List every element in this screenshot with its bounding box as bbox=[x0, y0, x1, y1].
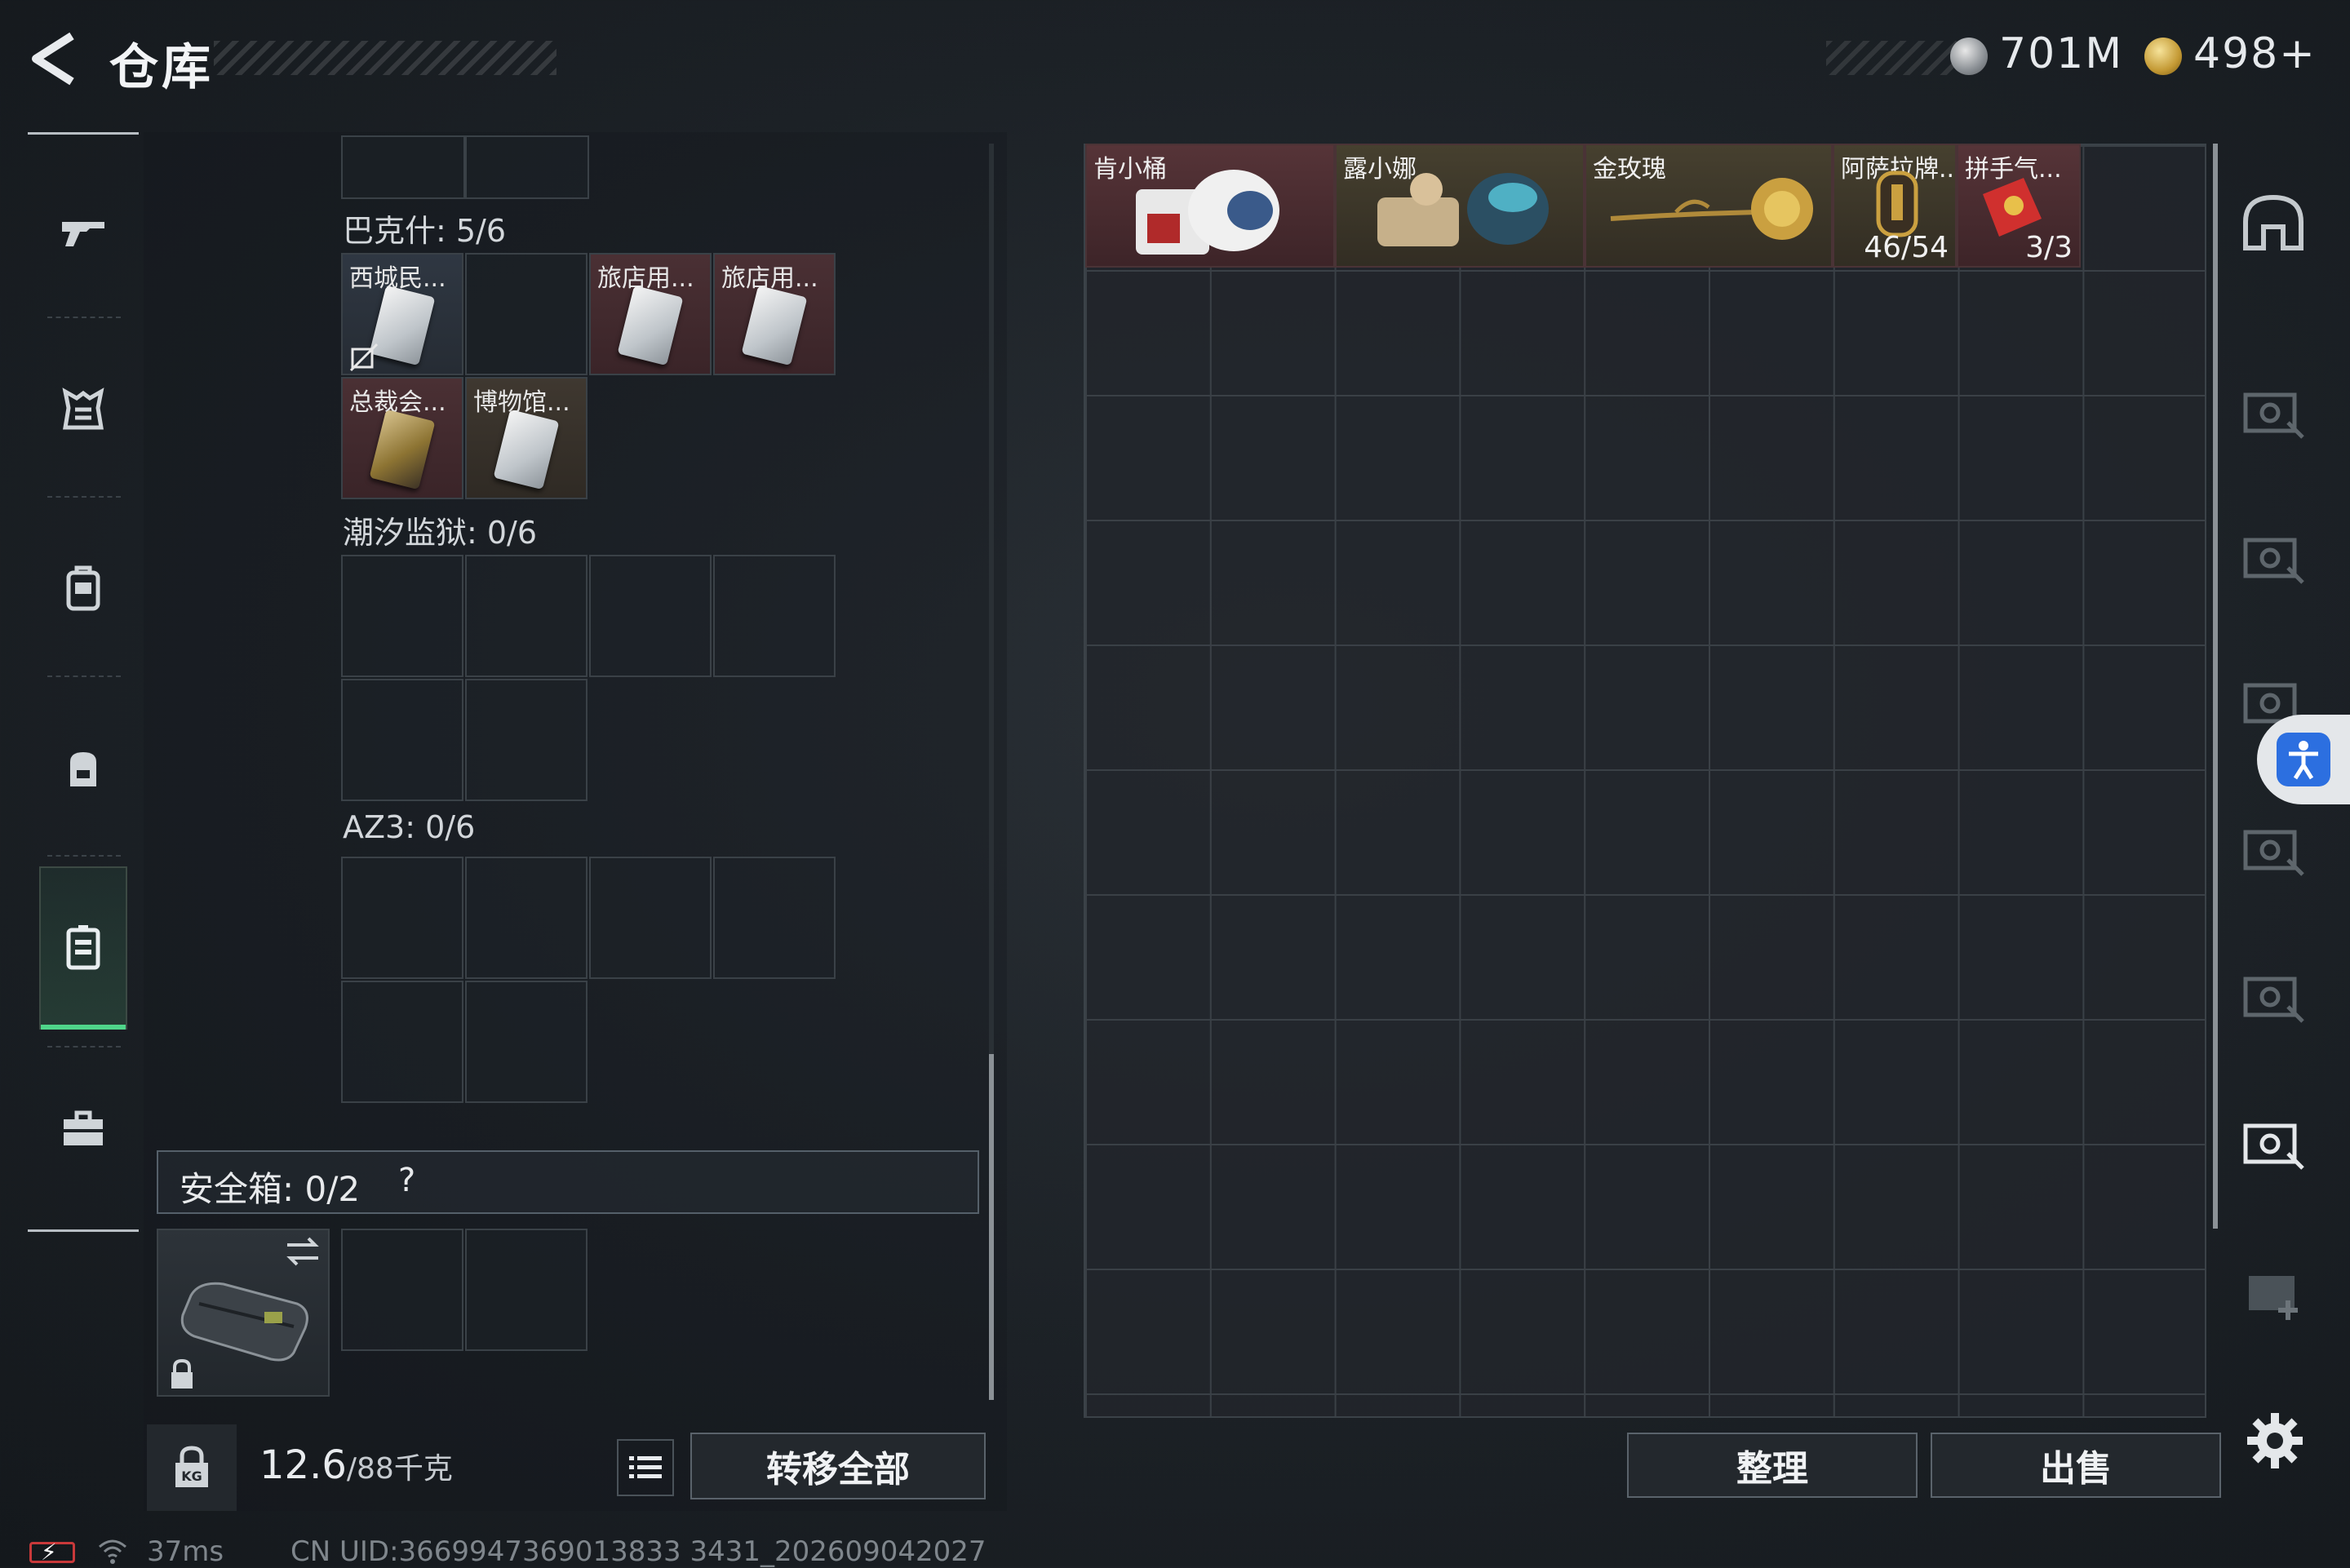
safe-box-help-button[interactable]: ? bbox=[398, 1162, 415, 1199]
toolbox-icon bbox=[64, 1110, 103, 1145]
keycard-slot[interactable]: 旅店用... bbox=[713, 253, 836, 375]
backpack-icon bbox=[70, 752, 96, 786]
sell-button[interactable]: 出售 bbox=[1931, 1433, 2221, 1498]
slot[interactable] bbox=[341, 555, 463, 677]
keycard-icon bbox=[741, 285, 808, 366]
storage-item[interactable]: 金玫瑰 bbox=[1585, 144, 1833, 268]
settings-gear-icon[interactable] bbox=[2244, 1410, 2306, 1472]
nav-armor[interactable] bbox=[28, 328, 139, 491]
item-count: 3/3 bbox=[2025, 231, 2073, 264]
expansion-box-icon[interactable] bbox=[2239, 966, 2308, 1031]
category-label: 巴克什: 5/6 bbox=[343, 213, 507, 249]
sort-button[interactable]: 整理 bbox=[1627, 1433, 1918, 1498]
slot[interactable] bbox=[465, 981, 588, 1103]
slot[interactable] bbox=[589, 555, 712, 677]
storage-item[interactable]: 肯小桶 bbox=[1085, 144, 1335, 268]
gun-icon bbox=[62, 222, 104, 246]
storage-item[interactable]: 拼手气... 3/3 bbox=[1957, 144, 2081, 268]
slot[interactable] bbox=[341, 857, 463, 979]
transfer-all-button[interactable]: 转移全部 bbox=[690, 1433, 986, 1499]
safe-box-icon bbox=[180, 1282, 308, 1362]
keycard-icon bbox=[617, 285, 684, 366]
active-indicator bbox=[41, 1025, 126, 1030]
nav-weapons[interactable] bbox=[28, 148, 139, 312]
currency-decoration bbox=[1826, 41, 1957, 75]
keycard-slot[interactable]: 旅店用... bbox=[589, 253, 712, 375]
nav-backpack[interactable] bbox=[28, 687, 139, 850]
slot[interactable] bbox=[465, 135, 589, 199]
slot[interactable] bbox=[341, 135, 465, 199]
left-scrollbar-thumb[interactable] bbox=[989, 1054, 994, 1400]
keycard-icon bbox=[369, 285, 436, 366]
figurine-icon bbox=[1136, 170, 1279, 255]
category-label: 潮汐监狱: 0/6 bbox=[343, 515, 538, 551]
back-button[interactable] bbox=[24, 29, 82, 88]
expansion-box-icon[interactable] bbox=[2239, 382, 2308, 447]
safe-slot[interactable] bbox=[465, 1229, 588, 1351]
charging-icon: ⚡ bbox=[41, 1539, 57, 1566]
gold-coin-icon bbox=[2144, 38, 2182, 75]
golden-rose-icon bbox=[1610, 178, 1813, 240]
keycard-slot[interactable]: 博物馆... bbox=[465, 377, 588, 499]
storage-grid[interactable] bbox=[1084, 144, 2206, 1418]
slot[interactable] bbox=[465, 555, 588, 677]
storage-item[interactable]: 露小娜 bbox=[1335, 144, 1585, 268]
title-decoration bbox=[214, 41, 556, 75]
page-title: 仓库 bbox=[109, 39, 214, 96]
silver-amount[interactable]: 701M bbox=[1999, 29, 2123, 78]
no-transfer-icon bbox=[349, 343, 379, 372]
slot[interactable] bbox=[713, 555, 836, 677]
keycard-case-icon bbox=[66, 925, 100, 970]
safe-slot[interactable] bbox=[341, 1229, 463, 1351]
category-label: AZ3: 0/6 bbox=[343, 809, 476, 845]
swap-icon[interactable] bbox=[282, 1234, 323, 1269]
slot[interactable] bbox=[465, 857, 588, 979]
slot[interactable] bbox=[341, 981, 463, 1103]
expansion-box-icon[interactable] bbox=[2239, 819, 2308, 884]
weight-lock-icon: KG bbox=[175, 1446, 208, 1487]
nav-bottom-line bbox=[28, 1229, 139, 1232]
silver-coin-icon bbox=[1950, 38, 1988, 75]
expansion-box-icon[interactable] bbox=[2239, 1113, 2308, 1178]
nav-top-line bbox=[28, 132, 139, 135]
slot[interactable] bbox=[341, 679, 463, 801]
expansion-box-icon[interactable] bbox=[2239, 527, 2308, 592]
list-view-button[interactable] bbox=[617, 1439, 674, 1496]
plaque-icon bbox=[1876, 171, 1918, 237]
warehouse-home-icon[interactable] bbox=[2239, 189, 2308, 255]
list-icon bbox=[629, 1456, 662, 1478]
uid-readout: CN UID:3669947369013833 3431_20260904202… bbox=[290, 1535, 987, 1568]
slot[interactable] bbox=[589, 857, 712, 979]
storage-scrollbar[interactable] bbox=[2213, 144, 2218, 1229]
armor-icon bbox=[62, 388, 104, 430]
ping-readout: 37ms bbox=[147, 1535, 224, 1568]
nav-toolbox[interactable] bbox=[28, 1046, 139, 1209]
keycard-slot[interactable]: 西城民... bbox=[341, 253, 463, 375]
safe-box-label: 安全箱: 0/2 bbox=[180, 1169, 361, 1209]
accessibility-button[interactable] bbox=[2257, 715, 2350, 804]
svg-text:KG: KG bbox=[181, 1468, 202, 1484]
weight-readout: 12.6/88千克 bbox=[259, 1442, 453, 1488]
figurine-icon bbox=[1377, 173, 1549, 246]
nav-keycard-case[interactable] bbox=[39, 866, 127, 1030]
add-expansion-icon[interactable] bbox=[2239, 1260, 2308, 1325]
keycard-icon bbox=[369, 409, 436, 490]
max-weight: /88千克 bbox=[346, 1452, 453, 1486]
accessibility-icon bbox=[2277, 733, 2330, 786]
lock-icon bbox=[171, 1358, 193, 1389]
item-count: 46/54 bbox=[1864, 231, 1949, 264]
left-nav bbox=[28, 132, 142, 1232]
weight-icon-box: KG bbox=[147, 1424, 237, 1511]
current-weight: 12.6 bbox=[259, 1442, 347, 1488]
nav-vest[interactable] bbox=[28, 507, 139, 671]
slot[interactable] bbox=[465, 253, 588, 375]
keycard-slot[interactable]: 总裁会... bbox=[341, 377, 463, 499]
wifi-icon bbox=[99, 1539, 126, 1564]
slot[interactable] bbox=[465, 679, 588, 801]
vest-icon bbox=[66, 565, 100, 611]
gold-amount[interactable]: 498+ bbox=[2193, 29, 2317, 78]
keycard-icon bbox=[493, 409, 560, 490]
slot[interactable] bbox=[713, 857, 836, 979]
storage-item[interactable]: 阿萨拉牌... 46/54 bbox=[1833, 144, 1962, 268]
